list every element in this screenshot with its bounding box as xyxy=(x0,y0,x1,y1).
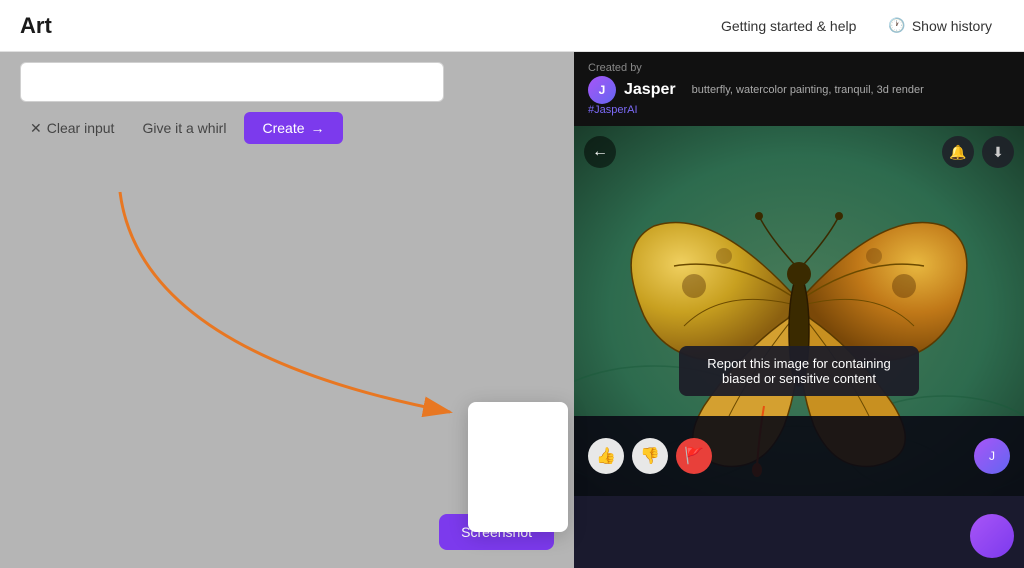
give-whirl-button[interactable]: Give it a whirl xyxy=(132,114,236,142)
toolbar: ✕ Clear input Give it a whirl Create → xyxy=(20,112,444,144)
reaction-buttons: 👍 👎 🚩 xyxy=(588,438,712,474)
dislike-button[interactable]: 👎 xyxy=(632,438,668,474)
image-container: ← 🔔 ⬇ Report this image for containing b… xyxy=(574,126,1024,496)
clock-icon: 🕐 xyxy=(888,17,905,34)
image-tags: butterfly, watercolor painting, tranquil… xyxy=(692,84,924,96)
logo: Art xyxy=(20,13,52,39)
input-area: ✕ Clear input Give it a whirl Create → xyxy=(20,62,444,144)
created-by-label: Created by xyxy=(588,62,924,74)
create-button[interactable]: Create → xyxy=(244,112,342,144)
back-button[interactable]: ← xyxy=(584,136,616,168)
tooltip: Report this image for containing biased … xyxy=(679,346,919,396)
panel-user-info: Created by J Jasper butterfly, watercolo… xyxy=(588,62,924,116)
avatar: J xyxy=(588,76,616,104)
panel-bottom-bar: 👍 👎 🚩 J xyxy=(574,416,1024,496)
top-action-buttons: 🔔 ⬇ xyxy=(942,136,1014,168)
bookmark-button[interactable]: 🔔 xyxy=(942,136,974,168)
clear-input-button[interactable]: ✕ Clear input xyxy=(20,114,124,143)
arrow-icon: → xyxy=(311,120,325,136)
like-button[interactable]: 👍 xyxy=(588,438,624,474)
username: Jasper xyxy=(624,81,676,99)
show-history-button[interactable]: 🕐 Show history xyxy=(876,11,1004,40)
white-card xyxy=(468,402,568,532)
hashtag: #JasperAI xyxy=(588,104,924,116)
getting-started-button[interactable]: Getting started & help xyxy=(709,12,868,40)
main-area: ✕ Clear input Give it a whirl Create → xyxy=(0,52,1024,568)
purple-circle-button[interactable] xyxy=(970,514,1014,558)
panel-user: J Jasper butterfly, watercolor painting,… xyxy=(588,76,924,104)
panel-header: Created by J Jasper butterfly, watercolo… xyxy=(574,52,1024,126)
header: Art Getting started & help 🕐 Show histor… xyxy=(0,0,1024,52)
arrow-svg xyxy=(60,172,540,432)
user-avatar: J xyxy=(974,438,1010,474)
close-icon: ✕ xyxy=(30,120,42,137)
arrow-annotation xyxy=(60,172,540,432)
download-button[interactable]: ⬇ xyxy=(982,136,1014,168)
header-actions: Getting started & help 🕐 Show history xyxy=(709,11,1004,40)
image-panel: Created by J Jasper butterfly, watercolo… xyxy=(574,52,1024,568)
text-input[interactable] xyxy=(20,62,444,102)
flag-button[interactable]: 🚩 xyxy=(676,438,712,474)
